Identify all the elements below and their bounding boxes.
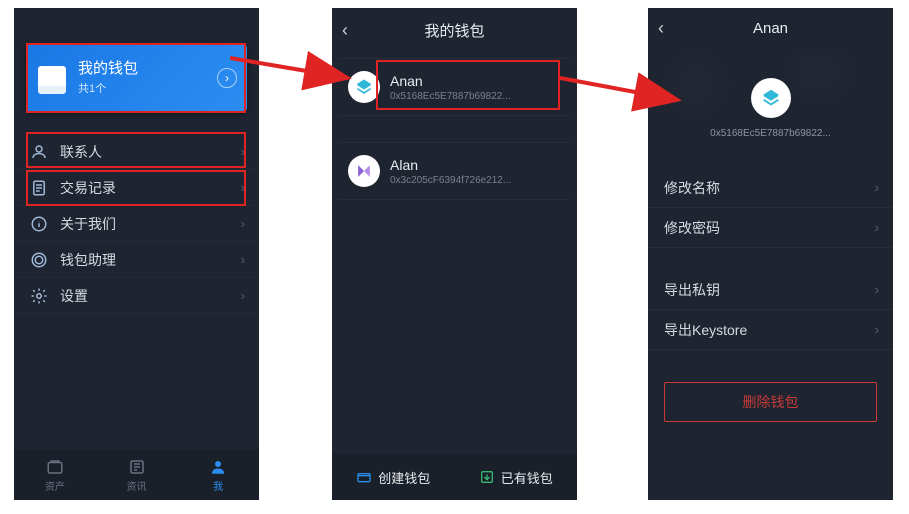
export-keystore[interactable]: 导出Keystore › <box>648 310 893 350</box>
bottom-tab-bar: 资产 资讯 我 <box>14 450 259 500</box>
delete-wallet-button[interactable]: 删除钱包 <box>664 382 877 422</box>
item-label: 修改密码 <box>664 218 720 238</box>
rename-wallet[interactable]: 修改名称 › <box>648 168 893 208</box>
tab-label: 资讯 <box>127 478 147 493</box>
screen-settings: 我的钱包 共1个 › 联系人 › 交易记录 › <box>14 8 259 500</box>
menu-wallet-assistant[interactable]: 钱包助理 › <box>14 242 259 278</box>
chevron-right-icon: › <box>241 288 245 303</box>
header-title: Anan <box>753 20 788 37</box>
tab-label: 资产 <box>45 478 65 493</box>
wallet-card-title: 我的钱包 <box>78 60 138 78</box>
menu-label: 交易记录 <box>60 178 116 198</box>
wallet-address: 0x3c205cF6394f726e212... <box>390 175 511 186</box>
settings-menu: 联系人 › 交易记录 › 关于我们 › <box>14 134 259 314</box>
my-wallet-card[interactable]: 我的钱包 共1个 › <box>26 44 247 112</box>
back-button[interactable]: ‹ <box>342 8 348 52</box>
header: ‹ 我的钱包 <box>332 8 577 52</box>
chevron-right-icon: › <box>241 252 245 267</box>
divider <box>648 248 893 270</box>
back-button[interactable]: ‹ <box>658 8 664 48</box>
change-password[interactable]: 修改密码 › <box>648 208 893 248</box>
delete-label: 删除钱包 <box>743 392 799 412</box>
arrow-1 <box>230 50 360 110</box>
assistant-icon <box>30 251 48 269</box>
avatar-icon <box>751 78 791 118</box>
wallet-entry-alan[interactable]: Alan 0x3c205cF6394f726e212... <box>338 142 571 200</box>
tab-assets[interactable]: 资产 <box>14 450 96 500</box>
wallet-name: Anan <box>390 73 511 89</box>
chevron-right-icon: › <box>875 220 879 235</box>
action-label: 创建钱包 <box>378 468 430 487</box>
avatar-alan-icon <box>348 155 380 187</box>
import-wallet-button[interactable]: 已有钱包 <box>455 468 578 487</box>
chevron-right-icon: › <box>241 144 245 159</box>
item-label: 导出私钥 <box>664 280 720 300</box>
chevron-right-icon: › <box>875 282 879 297</box>
menu-label: 设置 <box>60 286 88 306</box>
wallet-card-sub: 共1个 <box>78 80 138 96</box>
person-icon <box>30 143 48 161</box>
wallet-entry-anan[interactable]: Anan 0x5168Ec5E7887b69822... <box>338 58 571 116</box>
document-icon <box>30 179 48 197</box>
wallet-actions: 创建钱包 已有钱包 <box>332 454 577 500</box>
wallet-address: 0x5168Ec5E7887b69822... <box>390 91 511 102</box>
menu-settings[interactable]: 设置 › <box>14 278 259 314</box>
create-wallet-button[interactable]: 创建钱包 <box>332 468 455 487</box>
chevron-right-icon: › <box>241 180 245 195</box>
info-icon <box>30 215 48 233</box>
wallet-address: 0x5168Ec5E7887b69822... <box>710 128 831 139</box>
screen-my-wallets: ‹ 我的钱包 Anan 0x5168Ec5E7887b69822... Alan… <box>332 8 577 500</box>
chevron-right-icon: › <box>875 180 879 195</box>
tab-news[interactable]: 资讯 <box>96 450 178 500</box>
gear-icon <box>30 287 48 305</box>
chevron-right-icon: › <box>875 322 879 337</box>
menu-label: 关于我们 <box>60 214 116 234</box>
chevron-right-icon: › <box>241 216 245 231</box>
header-title: 我的钱包 <box>424 20 484 41</box>
menu-contacts[interactable]: 联系人 › <box>14 134 259 170</box>
export-private-key[interactable]: 导出私钥 › <box>648 270 893 310</box>
menu-about[interactable]: 关于我们 › <box>14 206 259 242</box>
menu-label: 钱包助理 <box>60 250 116 270</box>
header: ‹ Anan <box>648 8 893 48</box>
wallet-icon <box>38 66 66 90</box>
action-label: 已有钱包 <box>501 468 553 487</box>
wallet-name: Alan <box>390 157 511 173</box>
arrow-2 <box>560 70 690 130</box>
menu-label: 联系人 <box>60 142 102 162</box>
tab-me[interactable]: 我 <box>177 450 259 500</box>
item-label: 修改名称 <box>664 178 720 198</box>
item-label: 导出Keystore <box>664 320 747 340</box>
menu-transactions[interactable]: 交易记录 › <box>14 170 259 206</box>
tab-label: 我 <box>213 478 223 493</box>
